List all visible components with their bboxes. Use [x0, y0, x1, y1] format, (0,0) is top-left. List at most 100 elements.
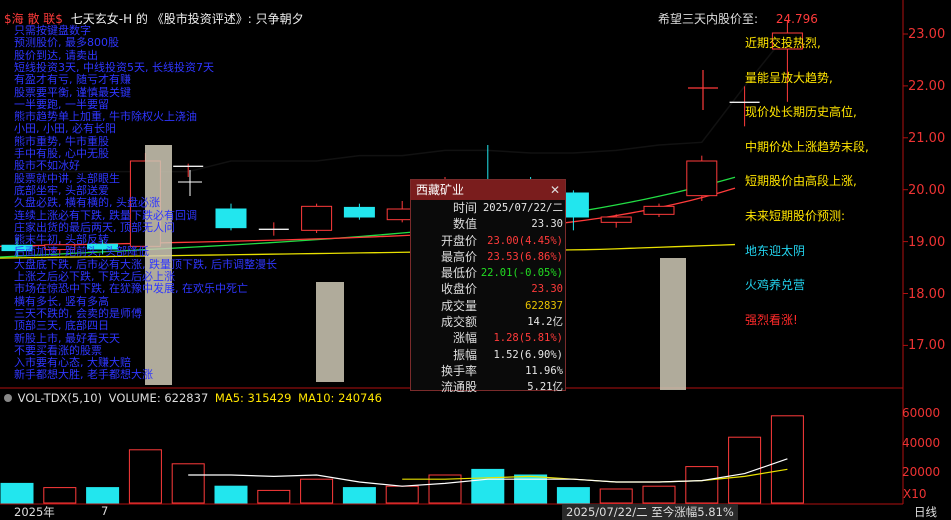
forecast-note: 未来短期股价预测:	[745, 209, 846, 223]
timeline-month: 7	[101, 504, 109, 518]
strategy-text-line: 横有多长, 竖有多高	[14, 294, 109, 308]
volume-tick-label: 60000	[902, 406, 941, 420]
forecast-note: 短期股价由高段上涨,	[745, 174, 857, 189]
popup-row: 时间 2025/07/22/二	[411, 200, 565, 216]
strategy-text-line: 股票要平衡, 谨慎最关键	[14, 85, 131, 99]
popup-row-key: 振幅	[452, 347, 477, 362]
decorative-image-panel	[660, 258, 686, 390]
price-tick-label: 20.00	[908, 182, 946, 198]
forecast-note: 近期交投热烈,	[745, 36, 821, 50]
popup-row: 流通股 5.21亿	[411, 379, 565, 395]
price-tick-label: 22.00	[908, 78, 946, 94]
volume-tick-label: 20000	[902, 465, 941, 479]
popup-row-value: 22.01(-0.05%)	[480, 267, 563, 280]
volume-bar	[257, 489, 291, 504]
strategy-text-line: 后面加速, 跑前头, 头部降低	[14, 245, 149, 259]
popup-row-key: 换手率	[440, 363, 477, 378]
popup-row-value: 11.96%	[525, 364, 563, 377]
volume-bar	[171, 463, 205, 504]
popup-row: 开盘价 23.00(4.45%)	[411, 233, 565, 249]
target-value: 24.796	[775, 12, 818, 26]
trend-line	[17, 32, 788, 173]
forecast-note: 中期价处上涨趋势末段,	[745, 139, 869, 154]
volume-bar	[43, 487, 77, 504]
forecast-note: 量能呈放大趋势,	[745, 70, 833, 85]
popup-row-value: 14.2亿	[527, 316, 563, 329]
popup-row-key: 成交量	[440, 298, 477, 313]
settings-dot-icon[interactable]	[4, 394, 12, 402]
popup-row-value: 622837	[525, 299, 563, 312]
popup-row: 涨幅 1.28(5.81%)	[411, 330, 565, 346]
popup-row-value: 23.30	[531, 283, 563, 296]
popup-row: 收盘价 23.30	[411, 281, 565, 297]
popup-row-key: 最高价	[440, 249, 477, 264]
popup-row: 最低价 22.01(-0.05%)	[411, 265, 565, 281]
popup-row-key: 数值	[452, 217, 477, 232]
price-tick-label: 21.00	[908, 130, 946, 146]
vol-ma10: MA10: 240746	[298, 391, 382, 405]
strategy-text-line: 一半要跑, 一半要留	[14, 97, 109, 111]
price-tick-label: 18.00	[908, 286, 946, 302]
strategy-text-line: 股价到达, 请卖出	[14, 48, 98, 62]
strategy-text-line: 预测股价, 最多800股	[14, 36, 119, 50]
popup-row: 成交量 622837	[411, 298, 565, 314]
price-tick-label: 19.00	[908, 234, 946, 250]
stock-info-popup[interactable]: 西藏矿业 ✕ 时间 2025/07/22/二 数值 23.30 开盘价 23.00(4.4…	[410, 179, 566, 394]
popup-row-key: 流通股	[440, 380, 477, 395]
popup-row: 振幅 1.52(6.90%)	[411, 347, 565, 363]
indicator-title: 七天玄女-H 的 《股市投资评述》: 只争朝夕	[70, 12, 304, 26]
target-label: 希望三天内股价至:	[658, 12, 759, 26]
close-icon[interactable]: ✕	[550, 180, 560, 200]
popup-title: 西藏矿业	[416, 183, 465, 197]
bottom-timeline: 2025年 7 2025/07/22/二 至今涨幅5.81% 日线	[0, 504, 951, 520]
volume-bar	[342, 487, 376, 504]
candle-body	[343, 206, 375, 218]
popup-row-key: 收盘价	[440, 282, 477, 297]
candle-body	[215, 208, 247, 229]
volume-header: VOL-TDX(5,10) VOLUME: 622837 MA5: 315429…	[4, 391, 382, 405]
volume-bar	[214, 485, 248, 504]
popup-row: 换手率 11.96%	[411, 363, 565, 379]
volume-bar	[385, 485, 419, 504]
price-tick-label: 23.00	[908, 27, 946, 42]
strategy-text-line: 连续上涨必有下跌, 跌量下跌必有回调	[14, 208, 197, 222]
strategy-text-line: 有盈才有亏, 随亏才有赚	[14, 73, 131, 87]
price-tick-label: 17.00	[908, 338, 946, 354]
candle-body	[301, 205, 333, 231]
volume-unit: X10	[903, 487, 927, 501]
volume-bar	[128, 449, 162, 504]
popup-row-value: 1.52(6.90%)	[493, 348, 563, 361]
forecast-note: 强烈看涨!	[745, 312, 798, 327]
volume-bar	[300, 478, 334, 504]
volume-bar	[685, 466, 719, 504]
forecast-note: 地东迎太阴	[745, 243, 806, 258]
popup-row-value: 5.21亿	[527, 381, 563, 394]
popup-row-key: 开盘价	[440, 233, 477, 248]
volume-tick-label: 40000	[902, 435, 941, 450]
popup-row-key: 涨幅	[452, 331, 477, 346]
strategy-text-line: 久盘必跌, 横有横的, 头盘必涨	[14, 196, 160, 210]
popup-row-value: 23.53(6.86%)	[487, 250, 563, 263]
strategy-text-line: 大盘底下跌, 后市必有大涨, 跌量顶下跌, 后市调整漫长	[14, 257, 277, 271]
strategy-text-line: 庄家出货的最后两天, 顶部无人问	[14, 220, 175, 234]
popup-row-key: 时间	[452, 201, 477, 215]
decorative-image-panel	[316, 282, 344, 382]
volume-bar	[642, 485, 676, 504]
target-price: 希望三天内股价至: 24.796	[658, 10, 818, 27]
volume-bar	[86, 487, 120, 504]
strategy-text-line: 熊市重势, 牛市重股	[14, 134, 109, 148]
strategy-text-line: 不要买看涨的股票	[14, 343, 102, 357]
vol-ma5: MA5: 315429	[214, 391, 292, 405]
strategy-text-line: 股市不如冰好	[14, 159, 80, 173]
popup-row-value: 23.00(4.45%)	[487, 234, 563, 247]
volume-bar	[599, 488, 633, 504]
strategy-text-line: 顶部三天, 底部四日	[14, 319, 109, 333]
popup-row: 数值 23.30	[411, 216, 565, 232]
vol-volume: VOLUME: 622837	[108, 391, 209, 405]
strategy-text-line: 新手都想大胜, 老手都想大涨	[14, 368, 153, 382]
candle-body	[600, 216, 632, 223]
popup-row-value: 2025/07/22/二	[482, 202, 563, 214]
volume-bar	[471, 468, 505, 504]
popup-header[interactable]: 西藏矿业 ✕	[411, 180, 565, 200]
popup-row-value: 23.30	[531, 218, 563, 231]
